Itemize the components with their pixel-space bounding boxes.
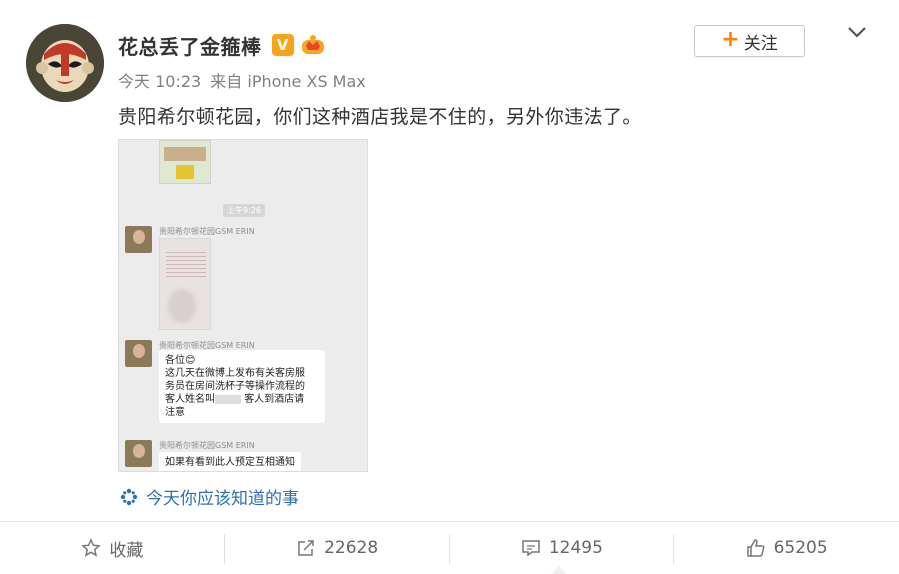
name-row: 花总丢了金箍棒 V bbox=[118, 30, 326, 60]
comment-icon bbox=[522, 540, 540, 557]
chevron-down-icon[interactable] bbox=[846, 24, 868, 40]
like-button[interactable]: 65205 bbox=[674, 522, 899, 574]
chat-sender: 贵阳希尔顿花园GSM ERIN bbox=[159, 227, 255, 236]
chat-avatar bbox=[125, 226, 152, 253]
avatar[interactable] bbox=[26, 24, 104, 102]
follow-label: 关注 bbox=[743, 33, 778, 54]
vip-crown-icon bbox=[301, 35, 324, 54]
post-meta: 今天 10:23 来自 iPhone XS Max bbox=[118, 68, 370, 92]
post-time[interactable]: 今天 10:23 bbox=[118, 72, 201, 91]
chat-image-thumbnail bbox=[159, 140, 211, 184]
thumbs-up-icon bbox=[746, 539, 765, 557]
post-source: 来自 iPhone XS Max bbox=[210, 72, 366, 91]
chat-message-bubble: 各位😊 这几天在微博上发布有关客房服 务员在房间洗杯子等操作流程的 客人姓名叫 … bbox=[159, 350, 325, 423]
share-icon bbox=[298, 540, 314, 556]
action-bar: 收藏 22628 12495 65205 bbox=[0, 522, 899, 574]
like-count: 65205 bbox=[773, 538, 828, 558]
post-text: 贵阳希尔顿花园，你们这种酒店我是不住的，另外你违法了。 bbox=[118, 106, 642, 128]
comment-indicator bbox=[551, 566, 567, 574]
repost-button[interactable]: 22628 bbox=[225, 522, 450, 574]
favorite-label: 收藏 bbox=[109, 540, 144, 561]
chat-sender: 贵阳希尔顿花园GSM ERIN bbox=[159, 441, 255, 450]
chat-time: 上午9:26 bbox=[223, 204, 265, 217]
star-icon bbox=[81, 538, 102, 557]
post-image-chat-screenshot[interactable]: 上午9:26 贵阳希尔顿花园GSM ERIN 贵阳希尔顿花园GSM ERIN 各… bbox=[118, 139, 368, 472]
chat-avatar bbox=[125, 440, 152, 467]
chat-avatar bbox=[125, 340, 152, 367]
plus-icon: + bbox=[721, 27, 740, 52]
topic-icon bbox=[120, 488, 138, 505]
chat-document-image bbox=[159, 238, 211, 330]
verified-badge-icon: V bbox=[271, 34, 294, 56]
repost-count: 22628 bbox=[324, 538, 379, 558]
favorite-button[interactable]: 收藏 bbox=[0, 522, 225, 574]
username[interactable]: 花总丢了金箍棒 bbox=[118, 31, 262, 60]
comment-count: 12495 bbox=[548, 538, 603, 558]
follow-button[interactable]: + 关注 bbox=[694, 25, 805, 57]
topic-link[interactable]: 今天你应该知道的事 bbox=[120, 484, 299, 509]
chat-message-bubble: 如果有看到此人预定互相通知 bbox=[159, 452, 301, 471]
weibo-post-card: 花总丢了金箍棒 V 今天 10:23 来自 iPhone XS Max 贵阳希尔… bbox=[0, 0, 899, 574]
topic-label: 今天你应该知道的事 bbox=[146, 489, 299, 509]
